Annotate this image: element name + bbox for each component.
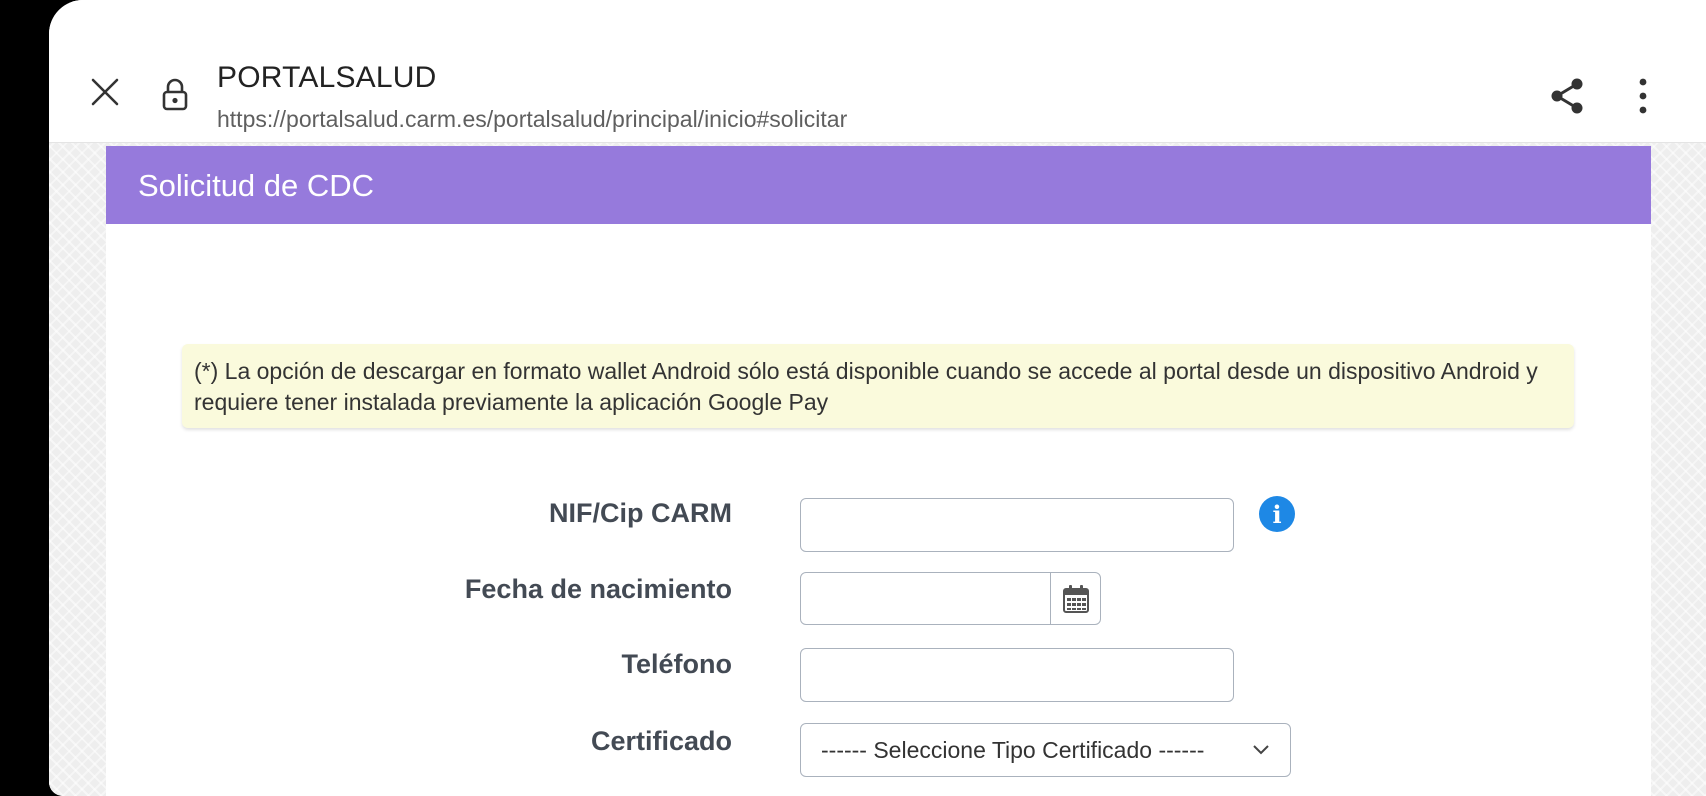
lock-icon — [159, 76, 191, 112]
calendar-icon — [1062, 584, 1089, 613]
panel-header: Solicitud de CDC — [106, 146, 1651, 224]
close-icon[interactable] — [89, 76, 121, 108]
panel-title: Solicitud de CDC — [138, 168, 375, 203]
calendar-button[interactable] — [1050, 572, 1101, 625]
certificate-label: Certificado — [590, 726, 732, 756]
phone-label: Teléfono — [621, 649, 733, 679]
request-panel: Solicitud de CDC (*) La opción de descar… — [106, 146, 1651, 796]
birthdate-input[interactable] — [800, 572, 1051, 625]
page-title: PORTALSALUD — [217, 61, 437, 94]
nif-label: NIF/Cip CARM — [549, 498, 732, 528]
info-icon[interactable]: i — [1259, 496, 1295, 532]
browser-window: PORTALSALUD https://portalsalud.carm.es/… — [49, 0, 1706, 796]
wallet-notice: (*) La opción de descargar en formato wa… — [182, 344, 1574, 428]
share-icon[interactable] — [1545, 74, 1589, 118]
nif-input[interactable] — [800, 498, 1234, 552]
certificate-select[interactable]: ------ Seleccione Tipo Certificado -----… — [800, 723, 1291, 777]
page-content: Solicitud de CDC (*) La opción de descar… — [49, 143, 1706, 796]
chevron-down-icon — [1253, 745, 1269, 755]
phone-input[interactable] — [800, 648, 1234, 702]
birthdate-label: Fecha de nacimiento — [464, 574, 732, 604]
certificate-selected-value: ------ Seleccione Tipo Certificado -----… — [821, 736, 1205, 763]
more-vertical-icon[interactable] — [1633, 74, 1653, 118]
browser-toolbar: PORTALSALUD https://portalsalud.carm.es/… — [49, 0, 1706, 143]
page-url[interactable]: https://portalsalud.carm.es/portalsalud/… — [217, 106, 847, 133]
